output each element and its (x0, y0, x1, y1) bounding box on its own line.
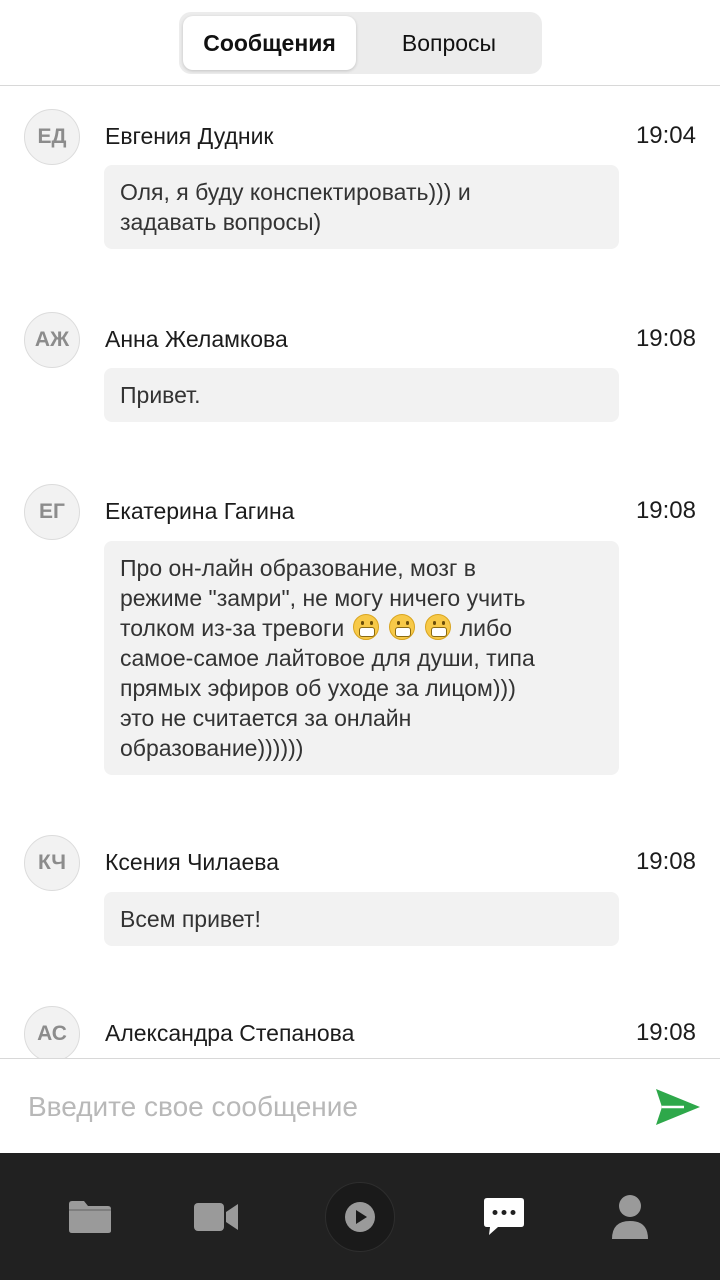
message-line: задавать вопросы) (120, 209, 322, 235)
video-camera-icon (194, 1203, 238, 1231)
chat-icon (484, 1198, 524, 1235)
message-line: Про он-лайн образование, мозг в (120, 555, 476, 581)
avatar: АС (24, 1006, 80, 1058)
message-author: Ксения Чилаева (105, 849, 280, 875)
message-line: Всем привет! (120, 906, 261, 932)
message-author: Евгения Дудник (105, 123, 274, 149)
message-line: прямых эфиров об уходе за лицом))) (120, 675, 516, 701)
grimacing-emoji-icon (425, 614, 452, 640)
message-line-with-emoji: толком из-за тревоги либо (120, 613, 603, 643)
message-author: Анна Желамкова (105, 326, 288, 352)
folder-icon (69, 1201, 111, 1233)
nav-chat[interactable] (474, 1181, 534, 1253)
segmented-control: Сообщения Вопросы (179, 12, 542, 74)
nav-profile[interactable] (600, 1181, 660, 1253)
avatar: ЕД (24, 109, 80, 165)
nav-video[interactable] (186, 1181, 246, 1253)
grimacing-emoji-icon (388, 614, 415, 640)
nav-files[interactable] (60, 1181, 120, 1253)
grimacing-emoji-icon (352, 614, 379, 640)
play-button[interactable] (325, 1182, 395, 1252)
message-time: 19:08 (635, 1019, 696, 1046)
message-bubble: Всем привет! (104, 892, 619, 946)
message-author: Екатерина Гагина (105, 498, 295, 524)
send-icon (656, 1089, 700, 1125)
bottom-navigation (0, 1153, 720, 1280)
message-bubble: Про он-лайн образование, мозг в режиме "… (104, 541, 619, 775)
message-line: Привет. (120, 382, 201, 408)
play-icon (345, 1202, 375, 1232)
message-time: 19:08 (635, 848, 696, 875)
tab-messages[interactable]: Сообщения (183, 16, 356, 70)
nav-play[interactable] (324, 1181, 396, 1253)
message-line: Оля, я буду конспектировать))) и (120, 179, 471, 205)
message-time: 19:08 (635, 325, 696, 352)
message-time: 19:08 (635, 497, 696, 524)
tab-questions[interactable]: Вопросы (360, 16, 538, 70)
message-line: самое-самое лайтовое для души, типа (120, 645, 535, 671)
message-author: Александра Степанова (105, 1020, 355, 1046)
message-bubble: Оля, я буду конспектировать))) и задават… (104, 165, 619, 249)
message-text: либо (459, 615, 512, 641)
message-composer (0, 1058, 720, 1153)
message-list[interactable]: ЕД Евгения Дудник 19:04 Оля, я буду конс… (0, 86, 720, 1058)
message-input[interactable] (28, 1085, 628, 1129)
message-line: режиме "замри", не могу ничего учить (120, 585, 526, 611)
avatar: АЖ (24, 312, 80, 368)
send-button[interactable] (654, 1087, 702, 1127)
message-time: 19:04 (635, 122, 696, 149)
avatar: ЕГ (24, 484, 80, 540)
tabs-header: Сообщения Вопросы (0, 0, 720, 86)
avatar: КЧ (24, 835, 80, 891)
message-line: это не считается за онлайн (120, 705, 412, 731)
message-text: толком из-за тревоги (120, 615, 345, 641)
message-bubble: Привет. (104, 368, 619, 422)
message-line: образование)))))) (120, 735, 304, 761)
profile-icon (612, 1195, 648, 1239)
